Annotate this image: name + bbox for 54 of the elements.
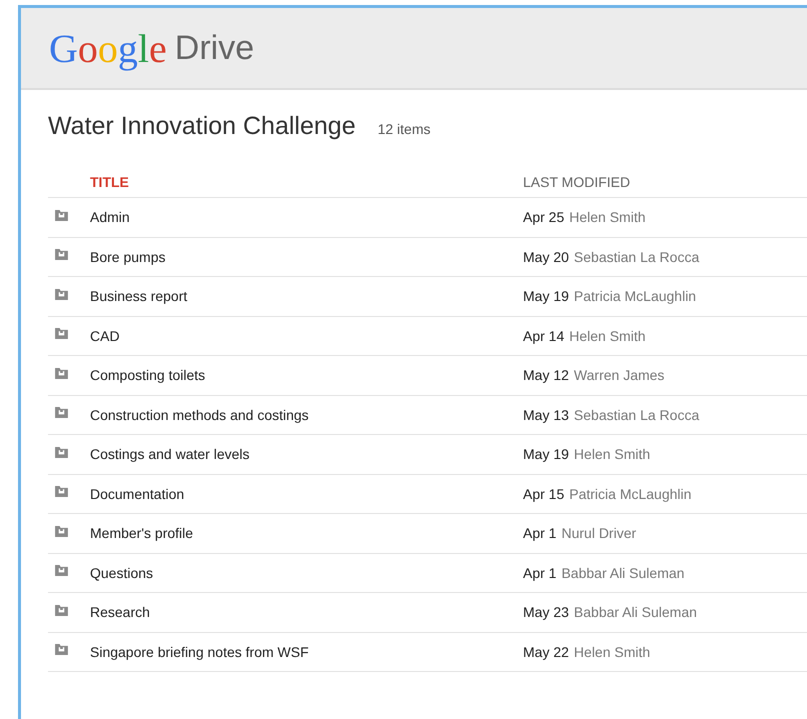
modified-date: May 22	[523, 644, 569, 660]
modified-date: May 12	[523, 367, 569, 384]
folder-icon	[55, 644, 68, 656]
folder-name[interactable]: Business report	[90, 288, 523, 304]
modified-by: Helen Smith	[569, 328, 646, 344]
modified-by: Patricia McLaughlin	[569, 486, 692, 502]
modified-by: Babbar Ali Suleman	[561, 564, 684, 581]
folder-title: Water Innovation Challenge	[48, 112, 356, 141]
folder-icon	[55, 486, 68, 498]
column-header[interactable]: TITLE	[90, 174, 523, 190]
folder-icon	[55, 604, 68, 616]
modified-by: Babbar Ali Suleman	[574, 604, 697, 620]
modified-date: Apr 1	[523, 564, 556, 581]
folder-icon	[55, 526, 68, 537]
folder-name[interactable]: CAD	[90, 328, 523, 344]
item-count: 12 items	[378, 121, 431, 137]
folder-icon	[55, 446, 68, 458]
modified-date: Apr 15	[523, 486, 564, 502]
modified-date: Apr 1	[523, 525, 556, 542]
folder-name[interactable]: Bore pumps	[90, 248, 523, 265]
folder-icon	[55, 328, 68, 340]
folder-name[interactable]: Singapore briefing notes from WSF	[90, 644, 523, 660]
folder-name[interactable]: Documentation	[90, 486, 523, 502]
modified-by: Sebastian La Rocca	[574, 248, 700, 265]
folder-icon	[55, 249, 68, 260]
folder-icon	[55, 407, 68, 418]
modified-by: Helen Smith	[574, 446, 650, 462]
modified-date: May 20	[523, 248, 569, 265]
modified-by: Patricia McLaughlin	[574, 288, 696, 304]
folder-icon	[55, 368, 68, 379]
folder-icon	[55, 565, 68, 576]
modified-date: May 13	[523, 406, 569, 423]
modified-by: Nurul Driver	[561, 525, 636, 542]
logo[interactable]: Google	[49, 24, 167, 72]
folder-name[interactable]: Member's profile	[90, 525, 523, 542]
folder-name[interactable]: Costings and water levels	[90, 446, 523, 462]
folder-name[interactable]: Research	[90, 604, 523, 620]
product-name: Drive	[174, 28, 254, 68]
modified-date: Apr 25	[523, 209, 564, 226]
column-header[interactable]: LAST MODIFIED	[523, 174, 630, 190]
modified-by: Sebastian La Rocca	[574, 406, 700, 423]
modified-date: Apr 14	[523, 328, 564, 344]
modified-date: May 23	[523, 604, 569, 620]
modified-by: Warren James	[574, 367, 664, 384]
folder-name[interactable]: Construction methods and costings	[90, 406, 523, 423]
modified-date: May 19	[523, 446, 569, 462]
folder-icon	[55, 210, 68, 221]
modified-date: May 19	[523, 288, 569, 304]
modified-by: Helen Smith	[574, 644, 650, 660]
modified-by: Helen Smith	[569, 209, 646, 226]
folder-icon	[55, 288, 68, 300]
folder-name[interactable]: Admin	[90, 209, 523, 226]
folder-name[interactable]: Composting toilets	[90, 367, 523, 384]
folder-name[interactable]: Questions	[90, 564, 523, 581]
